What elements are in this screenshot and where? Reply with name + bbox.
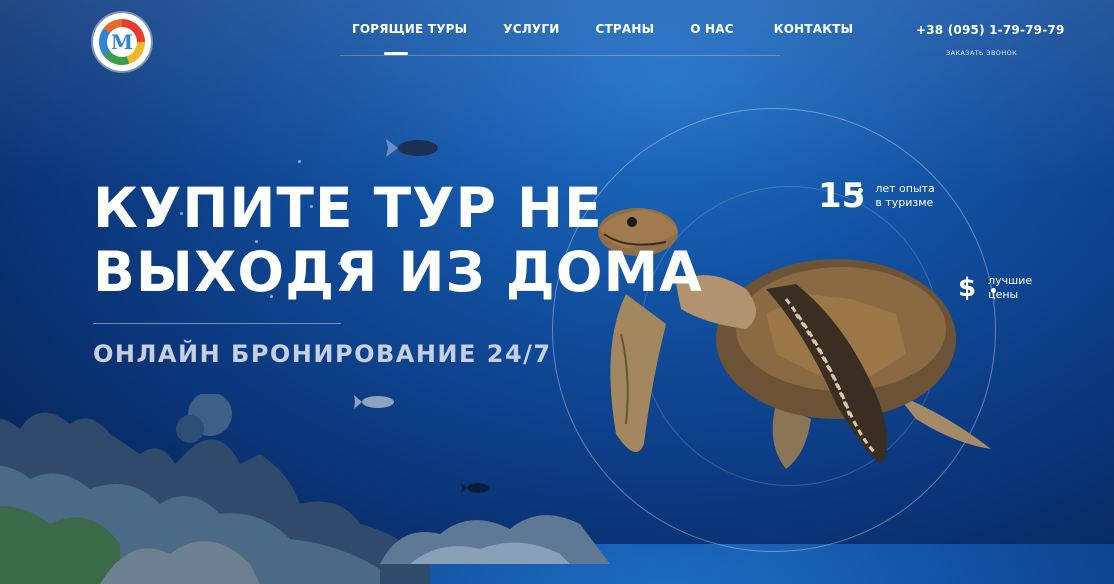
- nav-item-about[interactable]: О НАС: [690, 22, 734, 36]
- nav-item-services[interactable]: УСЛУГИ: [503, 22, 559, 36]
- hero-divider: [93, 323, 341, 324]
- stat-years-label-line1: лет опыта: [875, 182, 935, 195]
- logo-icon[interactable]: M: [93, 13, 151, 71]
- coral-reef-right: [380, 515, 610, 564]
- logo-letter-icon: M: [107, 27, 137, 57]
- fish-icon: [386, 139, 438, 157]
- hero-headline-line1: КУПИТЕ ТУР НЕ: [93, 176, 603, 240]
- coral-reef-illustration: [0, 394, 430, 584]
- nav-item-countries[interactable]: СТРАНЫ: [595, 22, 654, 36]
- nav-divider: [340, 55, 780, 56]
- nav-active-indicator: [384, 52, 408, 55]
- nav-item-hot-tours[interactable]: ГОРЯЩИЕ ТУРЫ: [352, 22, 467, 36]
- nav-item-contacts[interactable]: КОНТАКТЫ: [774, 22, 854, 36]
- callback-link[interactable]: заказать звонок: [946, 49, 1017, 57]
- hero-headline-line2: ВЫХОДЯ ИЗ ДОМА: [93, 240, 703, 304]
- hero-headline: КУПИТЕ ТУР НЕ ВЫХОДЯ ИЗ ДОМА: [93, 176, 703, 304]
- phone-number[interactable]: +38 (095) 1-79-79-79: [916, 23, 1065, 37]
- hero-subheadline: ОНЛАЙН БРОНИРОВАНИЕ 24/7: [93, 340, 552, 368]
- main-nav: ГОРЯЩИЕ ТУРЫ УСЛУГИ СТРАНЫ О НАС КОНТАКТ…: [352, 22, 853, 36]
